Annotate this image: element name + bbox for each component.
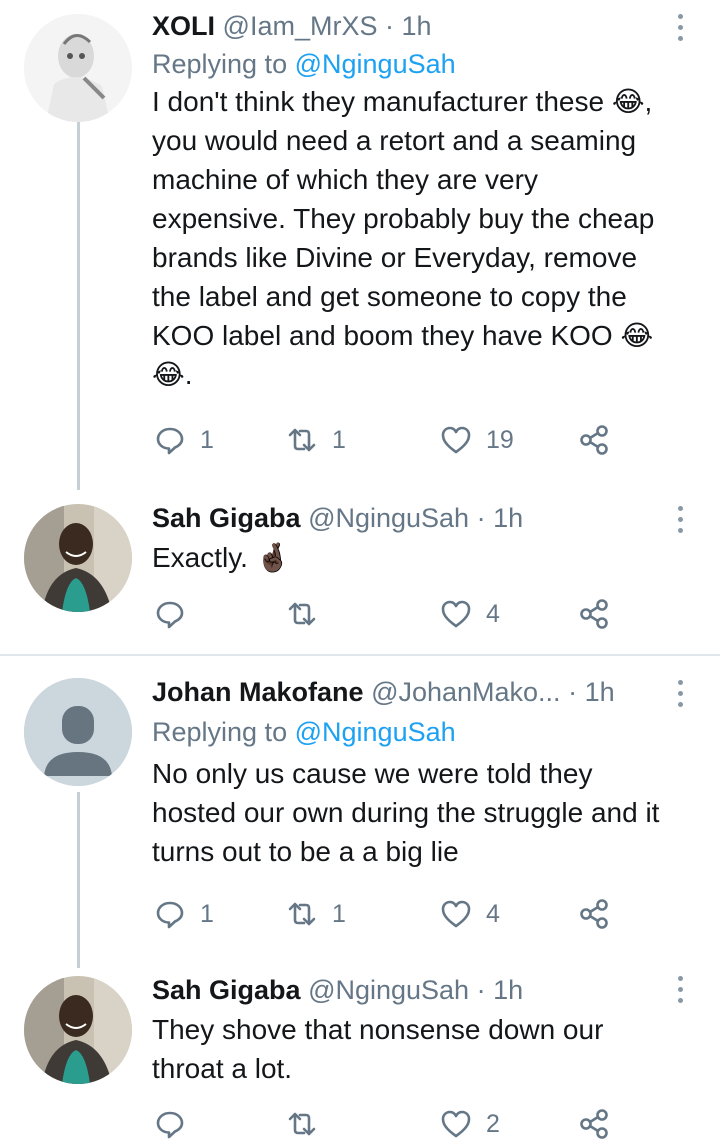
avatar[interactable] <box>24 14 132 122</box>
replying-to: Replying to @NginguSah <box>152 49 456 79</box>
display-name[interactable]: Sah Gigaba <box>152 975 301 1005</box>
more-vertical-icon[interactable] <box>676 14 684 44</box>
retweet-icon <box>288 602 316 626</box>
heart-icon <box>441 600 471 628</box>
reply-count: 1 <box>200 899 214 928</box>
reply-mention-link[interactable]: @NginguSah <box>295 49 456 79</box>
more-vertical-icon[interactable] <box>676 976 684 1006</box>
timestamp[interactable]: · 1h <box>385 11 432 41</box>
timestamp[interactable]: · 1h <box>477 503 524 533</box>
tweet-header: XOLI @Iam_MrXS · 1h <box>152 8 672 44</box>
tweet-header: Johan Makofane @JohanMako... · 1h <box>152 674 672 710</box>
handle[interactable]: @Iam_MrXS <box>223 11 378 41</box>
more-vertical-icon[interactable] <box>676 506 684 536</box>
reply-button[interactable]: 1 <box>154 894 214 934</box>
display-name[interactable]: XOLI <box>152 11 215 41</box>
like-count: 19 <box>486 425 514 454</box>
avatar[interactable] <box>24 678 132 786</box>
share-button[interactable] <box>578 420 610 460</box>
tweet-text: They shove that nonsense down our throat… <box>152 1014 604 1084</box>
timestamp[interactable]: · 1h <box>477 975 524 1005</box>
avatar[interactable] <box>24 976 132 1084</box>
share-icon <box>580 899 608 929</box>
replying-to: Replying to @NginguSah <box>152 717 456 747</box>
share-button[interactable] <box>578 894 610 934</box>
tweet[interactable]: Sah Gigaba @NginguSah · 1h Exactly. 🤞🏿 4 <box>0 490 720 652</box>
share-icon <box>580 425 608 455</box>
like-count: 4 <box>486 599 500 628</box>
display-name[interactable]: Sah Gigaba <box>152 503 301 533</box>
tweet-header: Sah Gigaba @NginguSah · 1h <box>152 500 672 536</box>
retweet-icon <box>288 1112 316 1136</box>
more-vertical-icon[interactable] <box>676 680 684 710</box>
reply-icon <box>156 1111 184 1139</box>
share-button[interactable] <box>578 1104 610 1141</box>
reply-button[interactable] <box>154 594 200 634</box>
share-icon <box>580 599 608 629</box>
thread-line <box>77 792 80 968</box>
avatar[interactable] <box>24 504 132 612</box>
tweet[interactable]: XOLI @Iam_MrXS · 1h Replying to @NginguS… <box>0 0 720 490</box>
share-button[interactable] <box>578 594 610 634</box>
action-bar: 2 <box>152 1104 672 1141</box>
retweet-count: 1 <box>332 899 346 928</box>
action-bar: 4 <box>152 594 672 634</box>
reply-icon <box>156 901 184 929</box>
like-count: 2 <box>486 1109 500 1138</box>
reply-icon <box>156 601 184 629</box>
reply-mention-link[interactable]: @NginguSah <box>295 717 456 747</box>
reply-count: 1 <box>200 425 214 454</box>
like-button[interactable]: 4 <box>440 594 500 634</box>
share-icon <box>580 1109 608 1139</box>
retweet-button[interactable] <box>286 1104 332 1141</box>
retweet-button[interactable]: 1 <box>286 420 346 460</box>
thread-line <box>77 122 80 490</box>
retweet-count: 1 <box>332 425 346 454</box>
like-button[interactable]: 19 <box>440 420 514 460</box>
retweet-icon <box>288 428 316 452</box>
retweet-button[interactable] <box>286 594 332 634</box>
retweet-button[interactable]: 1 <box>286 894 346 934</box>
handle[interactable]: @NginguSah <box>308 975 469 1005</box>
handle[interactable]: @NginguSah <box>308 503 469 533</box>
action-bar: 1 1 19 <box>152 420 672 460</box>
heart-icon <box>441 426 471 454</box>
reply-icon <box>156 427 184 455</box>
handle[interactable]: @JohanMako... <box>371 677 561 707</box>
tweet-header: Sah Gigaba @NginguSah · 1h <box>152 972 672 1008</box>
like-button[interactable]: 4 <box>440 894 500 934</box>
retweet-icon <box>288 902 316 926</box>
tweet[interactable]: Sah Gigaba @NginguSah · 1h They shove th… <box>0 968 720 1141</box>
tweet[interactable]: Johan Makofane @JohanMako... · 1h Replyi… <box>0 656 720 968</box>
action-bar: 1 1 4 <box>152 894 672 934</box>
heart-icon <box>441 900 471 928</box>
timestamp[interactable]: · 1h <box>568 677 615 707</box>
tweet-text: Exactly. 🤞🏿 <box>152 542 291 573</box>
tweet-text: No only us cause we were told they hoste… <box>152 758 660 867</box>
heart-icon <box>441 1110 471 1138</box>
like-button[interactable]: 2 <box>440 1104 500 1141</box>
display-name[interactable]: Johan Makofane <box>152 677 364 707</box>
tweet-text: I don't think they manufacturer these 😂,… <box>152 86 655 390</box>
reply-button[interactable] <box>154 1104 200 1141</box>
like-count: 4 <box>486 899 500 928</box>
reply-button[interactable]: 1 <box>154 420 214 460</box>
